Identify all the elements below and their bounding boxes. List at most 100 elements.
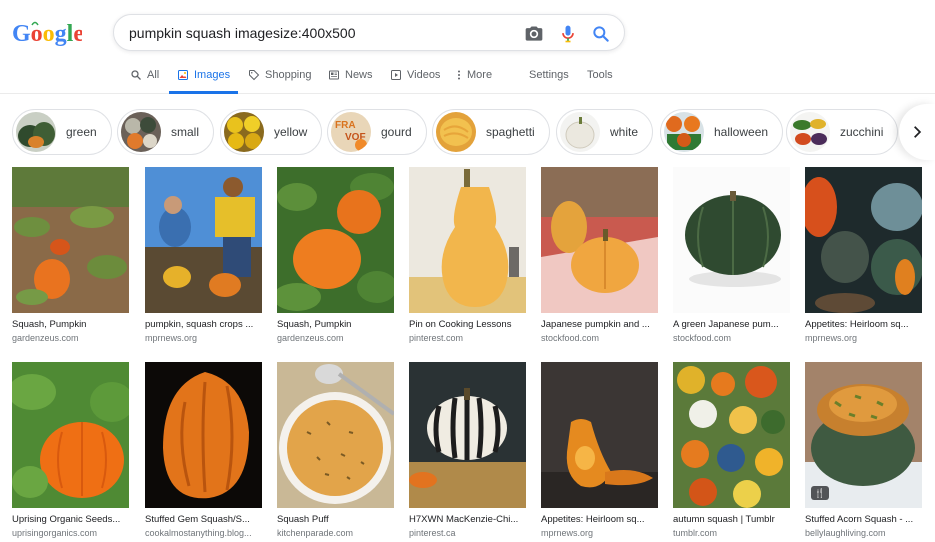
- chip-halloween[interactable]: halloween: [660, 109, 784, 155]
- logo-letter: G: [12, 21, 31, 47]
- chip-thumbnail: [664, 112, 704, 152]
- image-result[interactable]: Pin on Cooking Lessons pinterest.com: [409, 167, 526, 344]
- result-source: uprisingorganics.com: [12, 528, 98, 538]
- chip-yellow[interactable]: yellow: [220, 109, 323, 155]
- result-source: stockfood.com: [673, 333, 732, 343]
- chevron-right-icon: [914, 126, 922, 138]
- tab-label: Shopping: [265, 69, 312, 81]
- result-thumbnail[interactable]: [145, 362, 262, 508]
- tab-news[interactable]: News: [328, 62, 373, 93]
- tab-label: More: [467, 69, 493, 81]
- result-title[interactable]: Squash, Pumpkin: [12, 319, 129, 331]
- result-title[interactable]: Appetites: Heirloom sq...: [541, 514, 658, 526]
- chip-small[interactable]: small: [117, 109, 215, 155]
- result-source: stockfood.com: [541, 333, 600, 343]
- result-thumbnail[interactable]: [673, 362, 790, 508]
- tab-shopping[interactable]: Shopping: [248, 62, 312, 93]
- chip-thumbnail: [121, 112, 161, 152]
- chip-thumbnail: FRA VOF: [331, 112, 371, 152]
- chip-gourd[interactable]: FRA VOF gourd: [327, 109, 427, 155]
- search-icon[interactable]: [591, 24, 611, 44]
- chip-label: green: [66, 125, 97, 139]
- result-title[interactable]: pumpkin, squash crops ...: [145, 319, 262, 331]
- logo-letter: e: [73, 21, 82, 47]
- image-result[interactable]: pumpkin, squash crops ... mprnews.org: [145, 167, 262, 344]
- logo-letter: g: [55, 21, 67, 47]
- result-thumbnail[interactable]: [145, 167, 262, 313]
- tab-label: Videos: [407, 69, 441, 81]
- result-thumbnail[interactable]: [541, 362, 658, 508]
- tab-more[interactable]: More: [456, 62, 492, 93]
- chip-zucchini[interactable]: zucchini: [786, 109, 899, 155]
- result-source: kitchenparade.com: [277, 528, 354, 538]
- tab-videos[interactable]: Videos: [390, 62, 440, 93]
- chips-next-button[interactable]: [899, 104, 935, 160]
- image-result[interactable]: Uprising Organic Seeds... uprisingorgani…: [12, 362, 129, 539]
- image-icon: [178, 70, 188, 80]
- tab-label: Tools: [587, 69, 613, 81]
- image-result[interactable]: Japanese pumpkin and ... stockfood.com: [541, 167, 658, 344]
- result-title[interactable]: Pin on Cooking Lessons: [409, 319, 526, 331]
- more-vert-icon: [458, 70, 460, 80]
- tab-tools[interactable]: Tools: [587, 62, 613, 93]
- chip-label: yellow: [274, 125, 308, 139]
- camera-icon[interactable]: [524, 24, 544, 44]
- svg-text:Google: Google: [12, 21, 82, 47]
- result-title[interactable]: Uprising Organic Seeds...: [12, 514, 129, 526]
- result-title[interactable]: Squash, Pumpkin: [277, 319, 394, 331]
- result-thumbnail[interactable]: [277, 362, 394, 508]
- chip-thumbnail: [436, 112, 476, 152]
- tag-icon: [249, 70, 260, 81]
- search-tabs: All Images Shopping News Videos More Set…: [0, 62, 935, 94]
- chip-green[interactable]: green: [12, 109, 112, 155]
- image-result[interactable]: autumn squash | Tumblr tumblr.com: [673, 362, 790, 539]
- tab-all[interactable]: All: [130, 62, 159, 93]
- image-result[interactable]: Squash, Pumpkin gardenzeus.com: [277, 167, 394, 344]
- image-result[interactable]: Stuffed Gem Squash/S... cookalmostanythi…: [145, 362, 262, 539]
- tab-images[interactable]: Images: [169, 62, 239, 94]
- image-result[interactable]: Squash Puff kitchenparade.com: [277, 362, 394, 539]
- result-thumbnail[interactable]: 🍴: [805, 362, 922, 508]
- chip-spaghetti[interactable]: spaghetti: [432, 109, 550, 155]
- search-box[interactable]: [113, 14, 625, 51]
- image-result[interactable]: Appetites: Heirloom sq... mprnews.org: [805, 167, 922, 344]
- tab-settings[interactable]: Settings: [529, 62, 569, 93]
- chip-label: small: [171, 125, 200, 139]
- result-source: mprnews.org: [805, 333, 858, 343]
- result-thumbnail[interactable]: [541, 167, 658, 313]
- result-thumbnail[interactable]: [409, 362, 526, 508]
- chip-white[interactable]: white: [556, 109, 654, 155]
- chip-label: gourd: [381, 125, 412, 139]
- result-title[interactable]: Squash Puff: [277, 514, 394, 526]
- result-title[interactable]: A green Japanese pum...: [673, 319, 790, 331]
- result-title[interactable]: Japanese pumpkin and ...: [541, 319, 658, 331]
- video-icon: [391, 70, 401, 80]
- search-input[interactable]: [129, 24, 509, 42]
- microphone-icon[interactable]: [558, 24, 578, 44]
- image-result[interactable]: H7XWN MacKenzie-Chi... pinterest.ca: [409, 362, 526, 539]
- result-thumbnail[interactable]: [12, 362, 129, 508]
- result-thumbnail[interactable]: [673, 167, 790, 313]
- result-title[interactable]: Stuffed Acorn Squash - ...: [805, 514, 922, 526]
- chip-thumbnail: [790, 112, 830, 152]
- result-source: gardenzeus.com: [12, 333, 79, 343]
- result-title[interactable]: autumn squash | Tumblr: [673, 514, 790, 526]
- result-source: pinterest.com: [409, 333, 464, 343]
- result-title[interactable]: H7XWN MacKenzie-Chi...: [409, 514, 526, 526]
- result-thumbnail[interactable]: [277, 167, 394, 313]
- image-result[interactable]: Appetites: Heirloom sq... mprnews.org: [541, 362, 658, 539]
- image-result[interactable]: 🍴 Stuffed Acorn Squash - ... bellylaughl…: [805, 362, 922, 539]
- image-result[interactable]: A green Japanese pum... stockfood.com: [673, 167, 790, 344]
- chip-thumbnail: [560, 112, 600, 152]
- chip-thumbnail: [16, 112, 56, 152]
- result-title[interactable]: Stuffed Gem Squash/S...: [145, 514, 262, 526]
- google-logo[interactable]: Google: [12, 19, 82, 47]
- result-title[interactable]: Appetites: Heirloom sq...: [805, 319, 922, 331]
- result-thumbnail[interactable]: [805, 167, 922, 313]
- result-thumbnail[interactable]: [12, 167, 129, 313]
- result-thumbnail[interactable]: [409, 167, 526, 313]
- result-source: cookalmostanything.blog...: [145, 528, 252, 538]
- logo-letter: o: [43, 21, 55, 47]
- chip-label: zucchini: [840, 125, 884, 139]
- image-result[interactable]: Squash, Pumpkin gardenzeus.com: [12, 167, 129, 344]
